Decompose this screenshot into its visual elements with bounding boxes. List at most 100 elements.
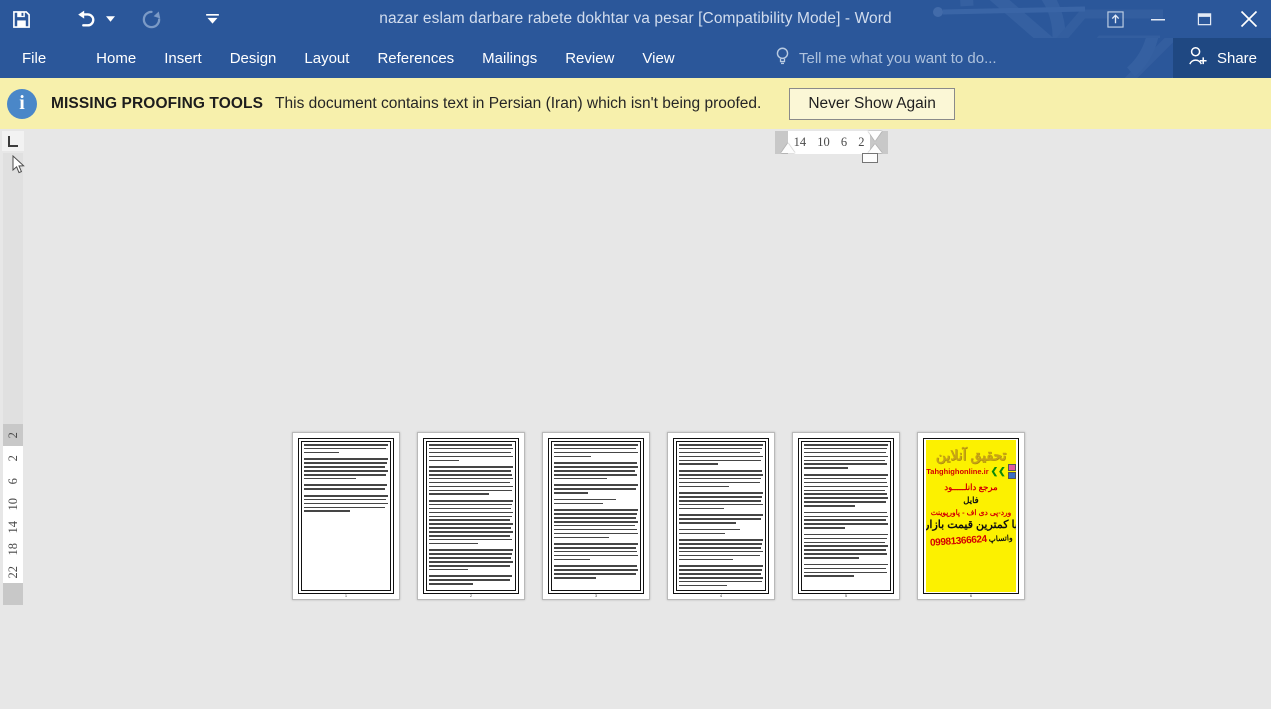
ad-contact-row: واتساپ 09981366624 xyxy=(929,532,1012,549)
tab-file-label: File xyxy=(22,49,47,67)
paragraph xyxy=(679,539,763,561)
tab-view-label: View xyxy=(642,49,675,67)
hruler-tick-14: 14 xyxy=(793,135,807,149)
paragraph xyxy=(804,563,888,578)
paragraph xyxy=(804,473,888,507)
tab-file[interactable]: File xyxy=(0,38,66,78)
hruler-tick-2: 2 xyxy=(858,135,865,149)
paragraph xyxy=(429,549,513,571)
paragraph xyxy=(554,484,638,494)
vruler-tick-2a: 2 xyxy=(5,432,20,439)
tab-layout-label: Layout xyxy=(304,49,350,67)
ad-phone-number: 09981366624 xyxy=(929,533,987,549)
tab-design-label: Design xyxy=(229,49,277,67)
tab-mailings-label: Mailings xyxy=(482,49,538,67)
paragraph xyxy=(554,498,638,505)
notice-message: This document contains text in Persian (… xyxy=(275,94,762,112)
window-controls xyxy=(1095,0,1271,38)
tab-review-label: Review xyxy=(565,49,615,67)
paragraph xyxy=(429,575,513,585)
paragraph xyxy=(554,509,638,539)
page-number: 3 xyxy=(594,593,598,598)
vertical-ruler-ticks: 2 2 6 10 14 18 22 xyxy=(3,424,23,584)
page-thumbnail-1[interactable]: 1 xyxy=(292,432,400,600)
never-show-again-label: Never Show Again xyxy=(808,94,936,112)
page-thumbnail-6[interactable]: تحقیق آنلاین Tahghighonline.ir ❮❮ مرجع د… xyxy=(917,432,1025,600)
share-button[interactable]: Share xyxy=(1172,38,1271,78)
left-margin-indent-box[interactable] xyxy=(862,153,878,163)
minimize-icon[interactable] xyxy=(1135,0,1181,38)
horizontal-ruler[interactable]: 14 10 6 2 xyxy=(775,131,888,163)
advertisement-image: تحقیق آنلاین Tahghighonline.ir ❮❮ مرجع د… xyxy=(926,440,1016,592)
page-thumbnail-2[interactable]: 2 xyxy=(417,432,525,600)
page-thumbnails: 1 2 3 4 5 تحقیق آنلاین Tahghighonline.ir… xyxy=(292,432,1025,600)
tab-layout[interactable]: Layout xyxy=(290,38,363,78)
tab-view[interactable]: View xyxy=(628,38,688,78)
page-content xyxy=(804,444,888,588)
vruler-tick-22: 22 xyxy=(5,566,20,579)
ribbon-display-options-icon[interactable] xyxy=(1095,0,1135,38)
info-icon: i xyxy=(7,88,37,119)
document-workspace[interactable]: 14 10 6 2 2 2 6 10 14 18 22 1 2 3 4 5 تح… xyxy=(0,129,1271,709)
tab-home[interactable]: Home xyxy=(82,38,150,78)
person-add-icon xyxy=(1187,46,1208,70)
window-title: nazar eslam darbare rabete dokhtar va pe… xyxy=(379,10,892,27)
ad-url: Tahghighonline.ir xyxy=(926,467,989,476)
paragraph xyxy=(304,444,388,454)
paragraph xyxy=(429,466,513,495)
page-thumbnail-4[interactable]: 4 xyxy=(667,432,775,600)
paragraph xyxy=(554,565,638,579)
tab-references-label: References xyxy=(377,49,455,67)
page-content xyxy=(679,444,763,588)
tab-stop-selector[interactable] xyxy=(2,131,24,151)
page-number: 5 xyxy=(844,593,848,598)
left-indent-marker[interactable] xyxy=(781,143,795,153)
paragraph xyxy=(679,470,763,488)
lightbulb-icon xyxy=(775,47,790,70)
paragraph xyxy=(804,533,888,559)
ad-file-label: فایل xyxy=(963,495,979,505)
mouse-pointer-icon xyxy=(12,155,25,174)
page-content xyxy=(554,444,638,588)
page-thumbnail-5[interactable]: 5 xyxy=(792,432,900,600)
first-line-indent-marker[interactable] xyxy=(868,131,882,141)
page-thumbnail-3[interactable]: 3 xyxy=(542,432,650,600)
page-content xyxy=(429,444,513,588)
ad-formats: ورد-پی دی اف - پاورپوینت xyxy=(930,508,1012,517)
ribbon-tab-bar: File Home Insert Design Layout Reference… xyxy=(0,38,1271,78)
ribbon-tabs: File Home Insert Design Layout Reference… xyxy=(0,38,689,78)
ad-subtitle: مرجع دانلـــــود xyxy=(944,482,998,492)
horizontal-ruler-ticks: 14 10 6 2 xyxy=(788,131,870,154)
hruler-tick-6: 6 xyxy=(840,135,848,149)
ad-price-line: با کمترین قیمت بازار xyxy=(926,519,1016,531)
paragraph xyxy=(554,444,638,458)
title-bar: nazar eslam darbare rabete dokhtar va pe… xyxy=(0,0,1271,38)
tab-design[interactable]: Design xyxy=(216,38,291,78)
tab-references[interactable]: References xyxy=(363,38,468,78)
restore-icon[interactable] xyxy=(1181,0,1227,38)
share-label: Share xyxy=(1216,49,1257,67)
paragraph xyxy=(679,528,763,535)
page-number: 6 xyxy=(969,593,973,598)
tell-me-placeholder: Tell me what you want to do... xyxy=(799,49,997,67)
vruler-tick-14: 14 xyxy=(5,520,20,534)
ad-whatsapp-label: واتساپ xyxy=(988,532,1013,544)
tab-review[interactable]: Review xyxy=(551,38,628,78)
vruler-tick-6: 6 xyxy=(5,477,20,485)
vruler-tick-18: 18 xyxy=(5,543,20,556)
vertical-ruler-bottom-margin xyxy=(3,583,23,605)
paragraph xyxy=(804,444,888,469)
hanging-indent-marker[interactable] xyxy=(868,144,882,153)
never-show-again-button[interactable]: Never Show Again xyxy=(789,87,955,120)
tab-mailings[interactable]: Mailings xyxy=(468,38,551,78)
paragraph xyxy=(554,462,638,480)
tab-insert[interactable]: Insert xyxy=(150,38,216,78)
tell-me-search[interactable]: Tell me what you want to do... xyxy=(775,38,997,78)
paragraph xyxy=(429,499,513,545)
paragraph xyxy=(304,484,388,490)
close-icon[interactable] xyxy=(1227,0,1271,38)
page-content xyxy=(304,444,388,588)
paragraph xyxy=(804,511,888,529)
ad-title: تحقیق آنلاین xyxy=(935,447,1007,463)
paragraph xyxy=(304,458,388,480)
